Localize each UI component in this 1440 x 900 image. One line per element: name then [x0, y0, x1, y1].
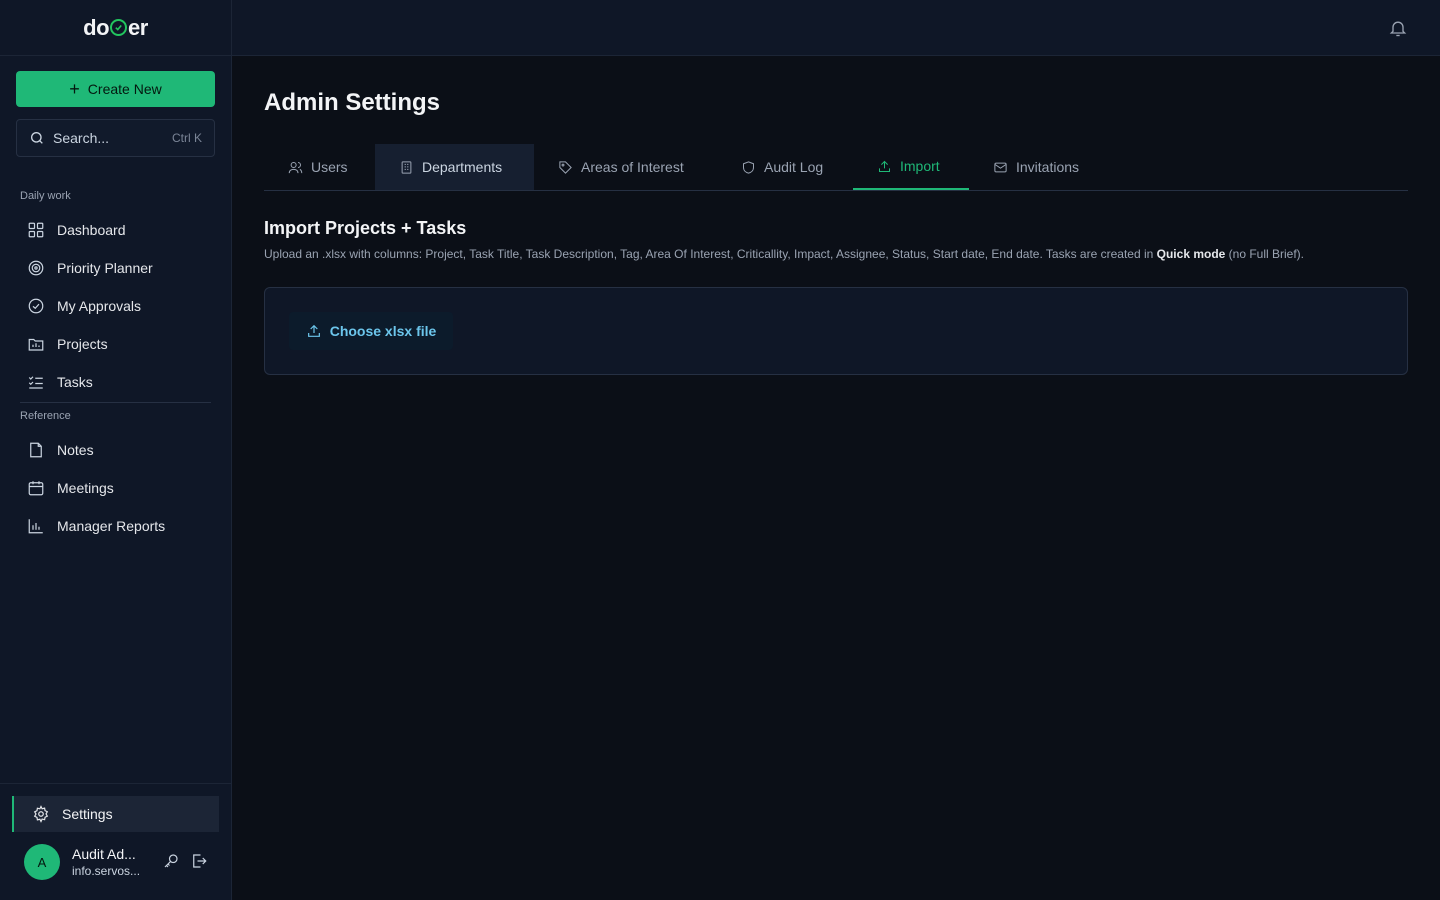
tab-users[interactable]: Users — [264, 144, 375, 190]
tab-audit-log[interactable]: Audit Log — [717, 144, 853, 190]
sidebar-item-label: Tasks — [57, 374, 93, 390]
tab-areas-of-interest[interactable]: Areas of Interest — [534, 144, 717, 190]
folder-icon — [28, 338, 44, 351]
sidebar-divider — [20, 402, 211, 403]
tab-label: Areas of Interest — [581, 159, 684, 175]
tab-departments[interactable]: Departments — [375, 144, 534, 190]
tab-label: Departments — [422, 159, 503, 175]
choose-xlsx-file-button[interactable]: Choose xlsx file — [289, 312, 453, 350]
create-new-button[interactable]: + Create New — [16, 71, 215, 107]
tab-label: Users — [311, 159, 348, 175]
sidebar-item-manager-reports[interactable]: Manager Reports — [16, 509, 215, 543]
tab-import[interactable]: Import — [853, 144, 969, 190]
top-bar — [232, 0, 1440, 56]
gear-icon — [33, 805, 49, 823]
upload-icon — [307, 324, 320, 337]
sidebar-item-meetings[interactable]: Meetings — [16, 471, 215, 505]
tab-label: Invitations — [1016, 159, 1080, 175]
avatar[interactable]: A — [24, 844, 60, 880]
sidebar-item-label: Notes — [57, 442, 94, 458]
shield-icon — [743, 160, 754, 174]
search-icon — [31, 132, 43, 144]
logout-button[interactable] — [190, 852, 208, 870]
list-check-icon — [28, 376, 43, 389]
section-label-daily-work: Daily work — [20, 190, 71, 202]
section-label-reference: Reference — [20, 410, 71, 422]
page-title: Admin Settings — [264, 89, 441, 116]
user-name: Audit Ad... — [72, 846, 136, 862]
upload-icon — [879, 160, 890, 172]
import-description: Upload an .xlsx with columns: Project, T… — [264, 247, 1414, 261]
tab-invitations[interactable]: Invitations — [969, 144, 1110, 190]
plus-icon: + — [69, 79, 80, 99]
sidebar-item-label: Meetings — [57, 480, 114, 496]
create-new-label: Create New — [87, 81, 162, 97]
dashboard-icon — [28, 222, 44, 238]
notifications-button[interactable] — [1388, 18, 1408, 38]
bar-chart-icon — [28, 519, 43, 534]
import-desc-bold: Quick mode — [1156, 247, 1226, 261]
search-input[interactable]: Search... Ctrl K — [16, 119, 215, 157]
import-desc-prefix: Upload an .xlsx with columns: Project, T… — [264, 247, 1157, 261]
mail-icon — [994, 162, 1007, 172]
users-icon — [288, 161, 303, 173]
sidebar-item-notes[interactable]: Notes — [16, 433, 215, 467]
import-desc-suffix: (no Full Brief). — [1225, 247, 1305, 261]
app-logo[interactable]: do er — [0, 0, 231, 56]
bell-icon — [1389, 21, 1407, 37]
settings-label: Settings — [62, 806, 113, 822]
tab-label: Audit Log — [764, 159, 824, 175]
import-section-title: Import Projects + Tasks — [264, 218, 467, 238]
search-shortcut: Ctrl K — [172, 131, 202, 145]
check-circle-icon — [28, 298, 44, 314]
choose-file-label: Choose xlsx file — [329, 323, 437, 339]
sidebar-item-my-approvals[interactable]: My Approvals — [16, 289, 215, 323]
sidebar-item-label: My Approvals — [57, 298, 142, 314]
logout-icon — [193, 854, 207, 868]
sidebar-item-priority-planner[interactable]: Priority Planner — [16, 251, 215, 285]
key-icon — [164, 854, 178, 868]
change-password-button[interactable] — [162, 852, 180, 870]
tag-icon — [559, 160, 572, 174]
user-email: info.servos... — [72, 864, 141, 878]
sidebar-item-label: Priority Planner — [57, 260, 153, 276]
sidebar-item-dashboard[interactable]: Dashboard — [16, 213, 215, 247]
sidebar-item-label: Manager Reports — [57, 518, 166, 534]
sidebar-item-settings[interactable]: Settings — [12, 796, 219, 832]
sidebar-item-label: Projects — [57, 336, 108, 352]
logo-text-left: do — [83, 14, 110, 40]
sidebar-item-label: Dashboard — [57, 222, 126, 238]
check-logo-icon — [110, 19, 128, 36]
logo-text-right: er — [128, 14, 148, 40]
sidebar-item-projects[interactable]: Projects — [16, 327, 215, 361]
note-icon — [30, 442, 42, 458]
search-placeholder: Search... — [53, 130, 110, 146]
target-icon — [28, 260, 44, 276]
settings-tabs: Users Departments Areas of Interest Audi… — [264, 144, 1408, 191]
calendar-icon — [28, 481, 44, 496]
building-icon — [401, 160, 412, 174]
tab-label: Import — [900, 158, 940, 174]
sidebar-item-tasks[interactable]: Tasks — [16, 365, 215, 399]
